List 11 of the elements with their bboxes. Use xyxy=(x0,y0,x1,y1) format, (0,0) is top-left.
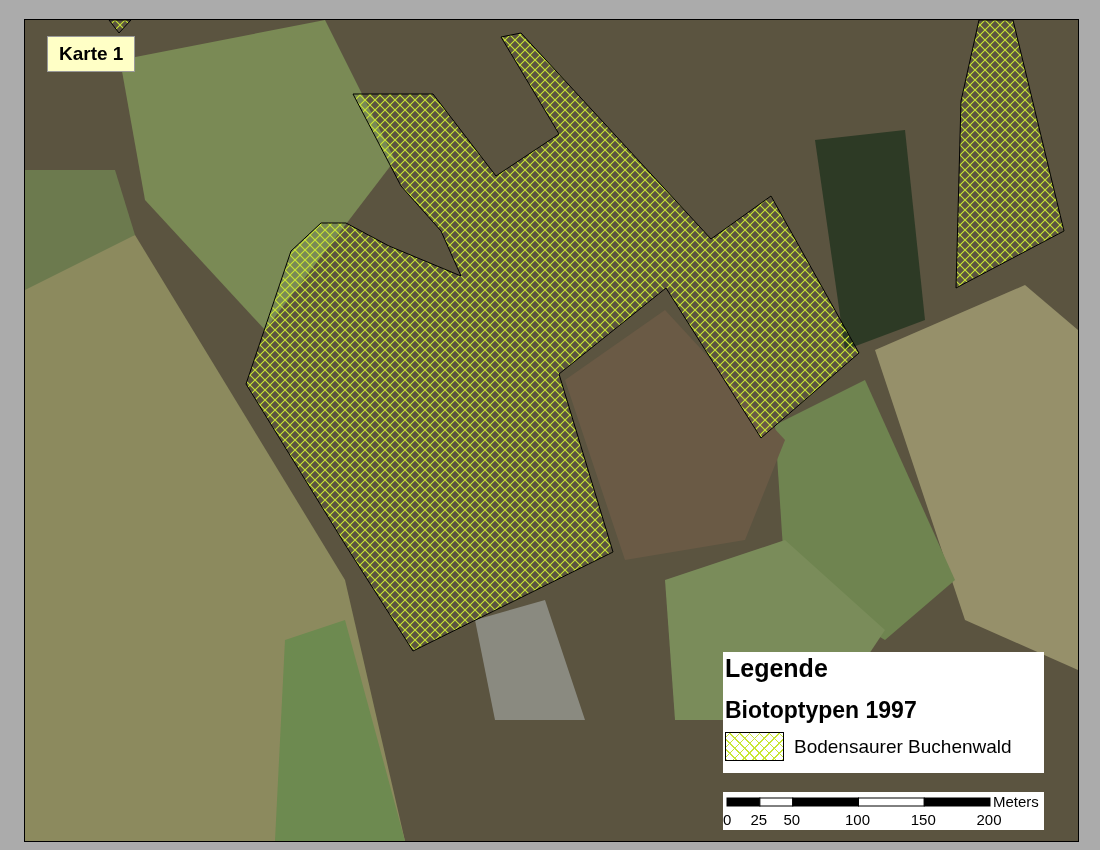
scale-tick-label: 25 xyxy=(750,811,768,828)
scale-tick-label: 150 xyxy=(910,811,936,828)
map-title-label: Karte 1 xyxy=(47,36,136,72)
legend-title: Legende xyxy=(725,654,829,683)
legend-subtitle: Biotoptypen 1997 xyxy=(725,697,918,724)
scale-tick-label: 100 xyxy=(845,811,870,828)
scale-tick-label: 50 xyxy=(783,811,801,828)
scale-unit: Meters xyxy=(993,793,1039,810)
scale-tick-label: 200 xyxy=(976,811,1002,828)
legend-item-label: Bodensaurer Buchenwald xyxy=(794,735,1012,758)
scale-tick-label: 0 xyxy=(723,811,732,828)
